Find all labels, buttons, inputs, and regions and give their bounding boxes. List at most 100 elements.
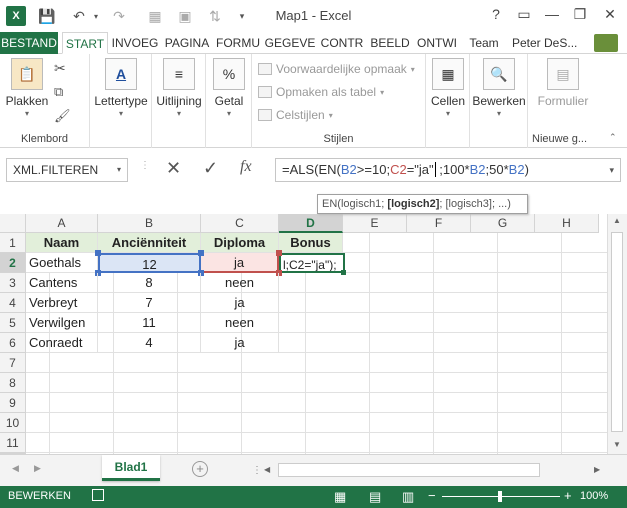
editing-button[interactable]: 🔍 Bewerken ▾ <box>470 56 528 118</box>
table-cell[interactable]: 8 <box>98 273 201 293</box>
row-header[interactable]: 2 <box>0 253 26 273</box>
table-cell[interactable]: 11 <box>98 313 201 333</box>
minimize-button[interactable]: — <box>540 6 564 22</box>
help-button[interactable]: ? <box>484 6 508 22</box>
table-header[interactable]: Bonus <box>279 233 343 253</box>
row-header[interactable]: 7 <box>0 353 26 373</box>
range-handle[interactable] <box>276 250 282 256</box>
expand-formula-icon[interactable]: ▾ <box>609 159 614 181</box>
ribbon-options-icon[interactable]: ▭ <box>512 6 536 23</box>
add-sheet-icon[interactable]: + <box>192 461 208 477</box>
table-cell[interactable]: ja <box>201 333 279 353</box>
table-cell[interactable]: neen <box>201 313 279 333</box>
row-header[interactable]: 6 <box>0 333 26 353</box>
table-cell[interactable]: 7 <box>98 293 201 313</box>
table-cell[interactable]: neen <box>201 273 279 293</box>
cut-icon[interactable]: ✂ <box>54 60 66 77</box>
row-header[interactable]: 4 <box>0 293 26 313</box>
table-header[interactable]: Naam <box>26 233 98 253</box>
table-header[interactable]: Anciënniteit <box>98 233 201 253</box>
tab-start[interactable]: START <box>62 32 108 54</box>
table-cell[interactable]: 4 <box>98 333 201 353</box>
page-break-icon[interactable]: ▥ <box>402 489 414 505</box>
scroll-up-icon[interactable]: ▲ <box>613 216 621 225</box>
next-sheet-icon[interactable]: ▶ <box>34 463 41 474</box>
row-header[interactable]: 10 <box>0 413 26 433</box>
insert-function-icon[interactable]: fx <box>240 158 252 176</box>
column-header[interactable]: B <box>98 214 201 233</box>
table-cell[interactable]: Verbreyt <box>26 293 98 313</box>
copy-icon[interactable]: ⧉ <box>54 84 63 100</box>
scroll-right-icon[interactable]: ▶ <box>594 465 600 474</box>
tab-contr[interactable]: CONTR <box>318 32 366 54</box>
select-all-corner[interactable] <box>0 214 26 233</box>
fill-handle[interactable] <box>341 270 346 275</box>
normal-view-icon[interactable]: ▦ <box>334 489 346 505</box>
alignment-button[interactable]: ≡ Uitlijning ▾ <box>152 56 206 118</box>
row-header[interactable]: 9 <box>0 393 26 413</box>
column-header[interactable]: D <box>279 214 343 233</box>
hscroll-splitter[interactable]: ⋮ <box>252 465 262 476</box>
sheet-tab-blad1[interactable]: Blad1 <box>102 455 160 481</box>
tab-gegeve[interactable]: GEGEVE <box>264 32 316 54</box>
column-header[interactable]: C <box>201 214 279 233</box>
table-cell[interactable]: Verwilgen <box>26 313 98 333</box>
scroll-thumb[interactable] <box>611 232 623 432</box>
cell-styles-button[interactable]: Celstijlen ▾ <box>258 108 333 122</box>
row-header[interactable]: 5 <box>0 313 26 333</box>
scroll-down-icon[interactable]: ▼ <box>613 440 621 449</box>
table-cell[interactable]: 12 <box>98 253 201 273</box>
form-button[interactable]: ▤ Formulier <box>530 56 596 108</box>
conditional-format-button[interactable]: Voorwaardelijke opmaak ▾ <box>258 62 415 76</box>
tab-ontwi[interactable]: ONTWI <box>414 32 460 54</box>
range-handle[interactable] <box>198 250 204 256</box>
row-header[interactable]: 1 <box>0 233 26 253</box>
paste-button[interactable]: 📋 Plakken ▾ <box>4 56 50 118</box>
horizontal-scroll-thumb[interactable] <box>278 463 540 477</box>
page-layout-icon[interactable]: ▤ <box>369 489 381 505</box>
vertical-scrollbar[interactable]: ▲ ▼ <box>607 214 627 454</box>
font-button[interactable]: A Lettertype ▾ <box>92 56 150 118</box>
table-cell[interactable]: Conraedt <box>26 333 98 353</box>
enter-icon[interactable]: ✓ <box>203 158 218 179</box>
close-button[interactable]: ✕ <box>598 6 622 23</box>
collapse-ribbon-icon[interactable]: ⌃ <box>609 132 617 143</box>
column-header[interactable]: F <box>407 214 471 233</box>
column-header[interactable]: E <box>343 214 407 233</box>
table-cell[interactable]: Cantens <box>26 273 98 293</box>
chevron-down-icon[interactable]: ▾ <box>117 159 121 181</box>
tab-team[interactable]: Team <box>464 32 504 54</box>
row-header[interactable]: 3 <box>0 273 26 293</box>
scroll-left-icon[interactable]: ◀ <box>264 465 270 474</box>
name-box[interactable]: XML.FILTEREN ▾ <box>6 158 128 182</box>
table-header[interactable]: Diploma <box>201 233 279 253</box>
tab-beeld[interactable]: BEELD <box>368 32 412 54</box>
range-handle[interactable] <box>95 250 101 256</box>
row-header[interactable]: 8 <box>0 373 26 393</box>
tab-pagina[interactable]: PAGINA <box>162 32 212 54</box>
zoom-level[interactable]: 100% <box>580 490 608 502</box>
format-painter-icon[interactable]: 🖌 <box>54 108 71 124</box>
macro-record-icon[interactable] <box>92 489 104 501</box>
avatar[interactable] <box>594 34 618 52</box>
table-cell[interactable]: ja <box>201 253 279 273</box>
tab-invoeg[interactable]: INVOEG <box>110 32 160 54</box>
row-header[interactable]: 11 <box>0 433 26 453</box>
zoom-out-icon[interactable]: − <box>428 488 436 503</box>
cells-button[interactable]: ▦ Cellen ▾ <box>428 56 468 118</box>
zoom-slider-thumb[interactable] <box>498 491 502 502</box>
restore-button[interactable]: ❐ <box>568 6 592 23</box>
table-cell[interactable]: Goethals <box>26 253 98 273</box>
column-header[interactable]: G <box>471 214 535 233</box>
user-name[interactable]: Peter DeS... <box>508 32 588 54</box>
format-table-button[interactable]: Opmaken als tabel ▾ <box>258 85 384 99</box>
formula-input[interactable]: =ALS(EN(B2>=10;C2="ja" ;100*B2;50*B2) ▾ <box>275 158 621 182</box>
column-header[interactable]: A <box>26 214 98 233</box>
tab-bestand[interactable]: BESTAND <box>0 32 58 54</box>
formula-bar-splitter[interactable]: ⋮ <box>140 160 150 171</box>
number-button[interactable]: % Getal ▾ <box>210 56 248 118</box>
cancel-icon[interactable]: ✕ <box>166 158 181 179</box>
active-cell-editor[interactable]: l;C2="ja"); <box>279 253 345 273</box>
column-header[interactable]: H <box>535 214 599 233</box>
table-cell[interactable]: ja <box>201 293 279 313</box>
